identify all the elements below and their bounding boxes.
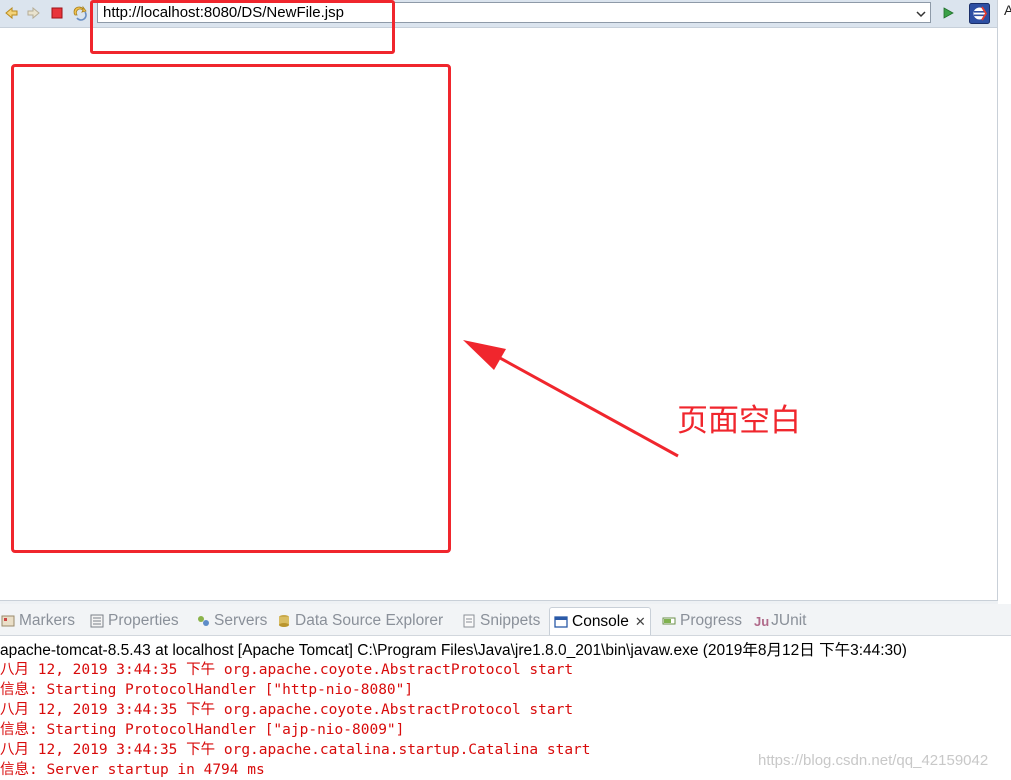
snippets-icon: [462, 614, 476, 628]
markers-icon: [1, 614, 15, 628]
console-process-header: apache-tomcat-8.5.43 at localhost [Apach…: [0, 642, 907, 658]
tab-label: Properties: [108, 612, 179, 629]
tab-label: Markers: [19, 612, 75, 629]
tab-servers[interactable]: Servers: [196, 610, 267, 632]
panel-tab-bar: Markers Properties Servers Data Source E…: [0, 604, 1011, 636]
tab-label: Servers: [214, 612, 268, 629]
tab-snippets[interactable]: Snippets: [462, 610, 540, 632]
console-line: 八月 12, 2019 3:44:35 下午 org.apache.coyote…: [0, 702, 574, 718]
tab-progress[interactable]: Progress: [662, 610, 742, 632]
tab-data-source-explorer[interactable]: Data Source Explorer: [277, 610, 443, 632]
tab-label: Console: [572, 612, 629, 630]
watermark: https://blog.csdn.net/qq_42159042: [758, 752, 989, 769]
console-icon: [554, 615, 568, 629]
console-line: 信息: Starting ProtocolHandler ["http-nio-…: [0, 682, 414, 698]
progress-icon: [662, 614, 676, 628]
tab-junit[interactable]: Ju JUnit: [754, 610, 807, 632]
tab-console[interactable]: Console ✕: [549, 607, 651, 635]
tab-label: JUnit: [771, 612, 807, 629]
tab-markers[interactable]: Markers: [1, 610, 75, 632]
tab-properties[interactable]: Properties: [90, 610, 179, 632]
tab-label: Progress: [680, 612, 743, 629]
close-icon[interactable]: ✕: [635, 614, 646, 630]
console-line: 信息: Starting ProtocolHandler ["ajp-nio-8…: [0, 722, 405, 738]
junit-icon: Ju: [754, 614, 770, 629]
properties-icon: [90, 614, 104, 628]
console-line: 八月 12, 2019 3:44:35 下午 org.apache.coyote…: [0, 662, 574, 678]
blank-page-caption: 页面空白: [677, 403, 801, 439]
tab-label: Data Source Explorer: [295, 612, 444, 629]
data-source-icon: [277, 614, 291, 628]
servers-icon: [196, 614, 210, 628]
tab-label: Snippets: [480, 612, 541, 629]
